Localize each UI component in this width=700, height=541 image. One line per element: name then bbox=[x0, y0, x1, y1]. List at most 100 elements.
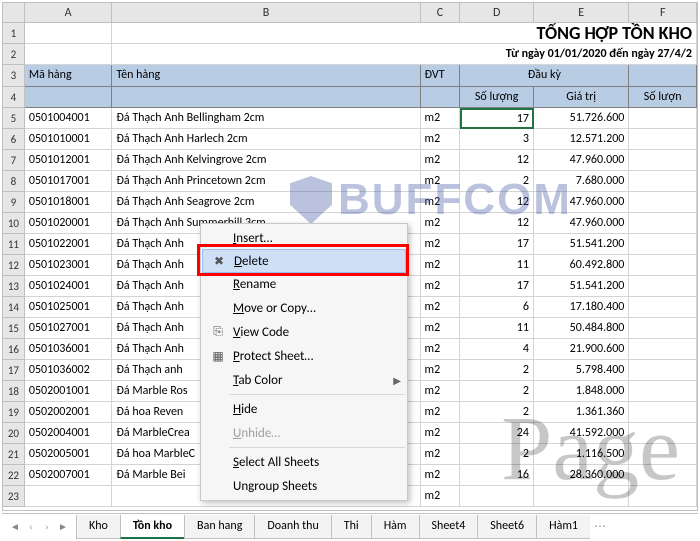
cell-gia-tri[interactable] bbox=[534, 486, 629, 507]
row-header[interactable]: 7 bbox=[3, 150, 25, 171]
cell-ma-hang[interactable]: 0501018001 bbox=[25, 192, 113, 213]
cell[interactable] bbox=[629, 192, 697, 213]
sheet-tab[interactable]: Hàm1 bbox=[536, 515, 590, 539]
sheet-tab[interactable]: Hàm bbox=[371, 515, 420, 539]
cell-ma-hang[interactable]: 0501027001 bbox=[25, 318, 113, 339]
menu-insert[interactable]: Insert… bbox=[201, 226, 407, 250]
cell-ma-hang[interactable]: 0501023001 bbox=[25, 255, 113, 276]
row-header[interactable]: 21 bbox=[3, 444, 25, 465]
menu-rename[interactable]: Rename bbox=[201, 272, 407, 296]
cell[interactable] bbox=[25, 44, 113, 65]
cell[interactable] bbox=[629, 318, 697, 339]
cell[interactable] bbox=[629, 108, 697, 129]
cell-gia-tri[interactable]: 12.571.200 bbox=[534, 129, 629, 150]
row-header[interactable]: 16 bbox=[3, 339, 25, 360]
cell-so-luong[interactable]: 2 bbox=[460, 381, 534, 402]
cell-dvt[interactable]: m2 bbox=[421, 402, 461, 423]
cell-ma-hang[interactable]: 0501012001 bbox=[25, 150, 113, 171]
header-so-luong-f[interactable]: Số lượn bbox=[629, 87, 697, 108]
sheet-tab[interactable]: Sheet4 bbox=[419, 515, 479, 539]
cell-dvt[interactable]: m2 bbox=[421, 213, 461, 234]
sheet-tab[interactable]: Ban hang bbox=[184, 515, 255, 539]
cell-gia-tri[interactable]: 47.960.000 bbox=[534, 192, 629, 213]
sheet-tab[interactable]: Sheet6 bbox=[477, 515, 537, 539]
cell[interactable] bbox=[629, 150, 697, 171]
cell-so-luong[interactable]: 6 bbox=[460, 297, 534, 318]
header-dvt[interactable]: ĐVT bbox=[421, 65, 461, 87]
row-header[interactable]: 2 bbox=[3, 44, 25, 65]
cell-so-luong[interactable]: 11 bbox=[460, 318, 534, 339]
cell-so-luong[interactable]: 2 bbox=[460, 171, 534, 192]
tab-nav-next-icon[interactable]: › bbox=[40, 520, 54, 533]
tab-nav-prev-icon[interactable]: ‹ bbox=[24, 520, 38, 533]
cell[interactable] bbox=[629, 465, 697, 486]
menu-ungroup-sheets[interactable]: Ungroup Sheets bbox=[201, 474, 407, 498]
row-header[interactable]: 12 bbox=[3, 255, 25, 276]
row-header[interactable]: 15 bbox=[3, 318, 25, 339]
cell[interactable] bbox=[629, 171, 697, 192]
menu-move-copy[interactable]: Move or Copy… bbox=[201, 296, 407, 320]
cell-so-luong[interactable]: 2 bbox=[460, 444, 534, 465]
col-header-e[interactable]: E bbox=[534, 3, 629, 23]
header-ten-hang[interactable]: Tên hàng bbox=[112, 65, 420, 87]
cell-so-luong[interactable]: 24 bbox=[460, 423, 534, 444]
cell-gia-tri[interactable]: 5.798.400 bbox=[534, 360, 629, 381]
row-header[interactable]: 22 bbox=[3, 465, 25, 486]
col-header-b[interactable]: B bbox=[112, 3, 420, 23]
cell-gia-tri[interactable]: 28.360.000 bbox=[534, 465, 629, 486]
cell[interactable] bbox=[112, 87, 420, 108]
cell-so-luong[interactable]: 17 bbox=[460, 234, 534, 255]
cell-ten-hang[interactable]: Đá Thạch Anh Harlech 2cm bbox=[112, 129, 420, 150]
cell-so-luong[interactable]: 12 bbox=[460, 150, 534, 171]
cell-dvt[interactable]: m2 bbox=[421, 423, 461, 444]
cell-so-luong[interactable]: 12 bbox=[460, 192, 534, 213]
cell-so-luong[interactable]: 17 bbox=[460, 108, 534, 129]
sheet-tab[interactable]: Tồn kho bbox=[120, 515, 185, 539]
cell[interactable] bbox=[629, 444, 697, 465]
cell-ma-hang[interactable]: 0502002001 bbox=[25, 402, 113, 423]
row-header[interactable]: 19 bbox=[3, 402, 25, 423]
cell[interactable] bbox=[629, 234, 697, 255]
cell-gia-tri[interactable]: 7.680.000 bbox=[534, 171, 629, 192]
cell-ma-hang[interactable] bbox=[25, 486, 113, 507]
cell[interactable] bbox=[25, 87, 113, 108]
tabs-scroll-icon[interactable]: ⋯ bbox=[594, 519, 606, 534]
cell-gia-tri[interactable]: 50.484.800 bbox=[534, 318, 629, 339]
cell[interactable] bbox=[629, 402, 697, 423]
row-header[interactable]: 14 bbox=[3, 297, 25, 318]
cell[interactable] bbox=[421, 87, 461, 108]
cell-gia-tri[interactable]: 51.726.600 bbox=[534, 108, 629, 129]
header-dau-ky[interactable]: Đầu kỳ bbox=[460, 65, 629, 87]
cell-ten-hang[interactable]: Đá Thạch Anh Princetown 2cm bbox=[112, 171, 420, 192]
row-header[interactable]: 5 bbox=[3, 108, 25, 129]
menu-protect-sheet[interactable]: ▦ Protect Sheet… bbox=[201, 344, 407, 368]
cell-ma-hang[interactable]: 0501020001 bbox=[25, 213, 113, 234]
cell-so-luong[interactable]: 4 bbox=[460, 339, 534, 360]
cell-ten-hang[interactable]: Đá Thạch Anh Bellingham 2cm bbox=[112, 108, 420, 129]
cell-gia-tri[interactable]: 51.541.200 bbox=[534, 234, 629, 255]
cell-dvt[interactable]: m2 bbox=[421, 234, 461, 255]
sheet-tab[interactable]: Thi bbox=[331, 515, 372, 539]
cell-ma-hang[interactable]: 0501036002 bbox=[25, 360, 113, 381]
cell-gia-tri[interactable]: 51.541.200 bbox=[534, 276, 629, 297]
cell-gia-tri[interactable]: 47.960.000 bbox=[534, 150, 629, 171]
cell[interactable] bbox=[629, 297, 697, 318]
menu-delete[interactable]: ✖ Delete bbox=[202, 249, 406, 273]
menu-view-code[interactable]: ⎘ View Code bbox=[201, 320, 407, 344]
row-header[interactable]: 3 bbox=[3, 65, 25, 87]
cell-gia-tri[interactable]: 41.592.000 bbox=[534, 423, 629, 444]
row-header[interactable]: 10 bbox=[3, 213, 25, 234]
cell[interactable] bbox=[25, 23, 113, 44]
tab-nav-first-icon[interactable]: ◄ bbox=[8, 520, 22, 533]
cell-so-luong[interactable]: 3 bbox=[460, 129, 534, 150]
cell-so-luong[interactable]: 2 bbox=[460, 402, 534, 423]
cell-ma-hang[interactable]: 0501025001 bbox=[25, 297, 113, 318]
cell-so-luong[interactable] bbox=[460, 486, 534, 507]
cell-dvt[interactable]: m2 bbox=[421, 381, 461, 402]
row-header[interactable]: 6 bbox=[3, 129, 25, 150]
menu-tab-color[interactable]: Tab Color ▶ bbox=[201, 368, 407, 392]
cell-dvt[interactable]: m2 bbox=[421, 108, 461, 129]
cell-ma-hang[interactable]: 0501036001 bbox=[25, 339, 113, 360]
cell-ma-hang[interactable]: 0502001001 bbox=[25, 381, 113, 402]
cell-dvt[interactable]: m2 bbox=[421, 339, 461, 360]
